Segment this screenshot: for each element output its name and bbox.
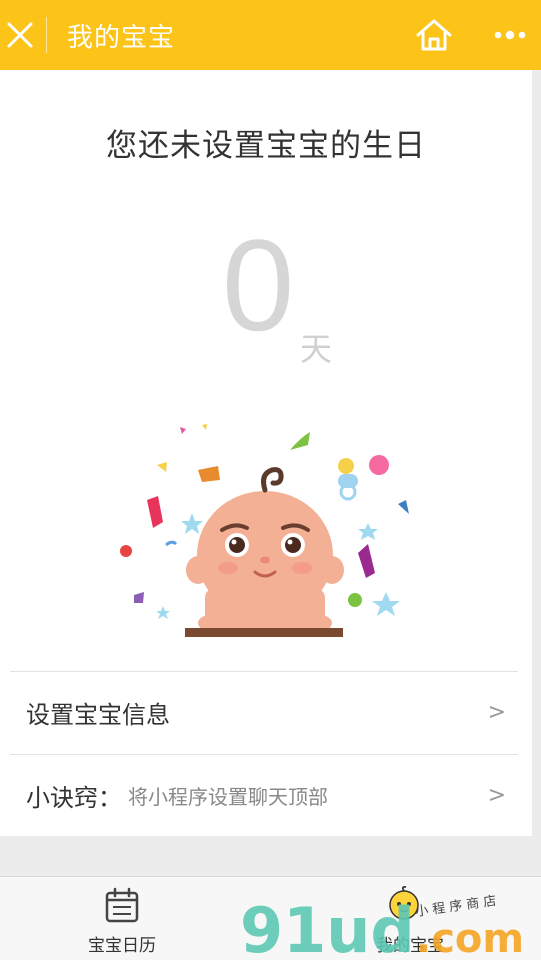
days-unit: 天	[300, 330, 333, 368]
close-icon	[7, 22, 33, 48]
main-card: 您还未设置宝宝的生日 0 天 设置宝宝信息 > 小诀窍： 将小程序设置聊天顶部 …	[0, 70, 532, 836]
baby-illustration	[120, 424, 409, 637]
home-button[interactable]	[412, 13, 456, 57]
days-count: 0	[222, 212, 295, 358]
close-button[interactable]	[0, 0, 46, 70]
tab-baby-calendar[interactable]: 宝宝日历	[0, 877, 270, 960]
chevron-right-icon: >	[487, 783, 506, 808]
set-baby-info-row[interactable]: 设置宝宝信息 >	[0, 672, 532, 752]
chevron-right-icon: >	[487, 700, 506, 725]
tab-my-baby[interactable]: 我的宝宝	[270, 877, 540, 960]
more-dots-icon	[494, 30, 526, 40]
page-title: 我的宝宝	[67, 22, 176, 53]
tip-row[interactable]: 小诀窍： 将小程序设置聊天顶部 >	[0, 755, 532, 835]
tip-label: 小诀窍：	[26, 783, 122, 812]
top-nav-bar: 我的宝宝	[0, 0, 541, 70]
more-button[interactable]	[486, 13, 534, 57]
birthday-not-set-text: 您还未设置宝宝的生日	[106, 128, 426, 164]
row-label: 设置宝宝信息	[26, 700, 170, 729]
baby-face-icon	[389, 885, 419, 920]
tab-label: 宝宝日历	[88, 936, 156, 956]
tab-label: 我的宝宝	[376, 936, 444, 956]
home-icon	[416, 19, 452, 51]
bottom-tab-bar: 宝宝日历 我的宝宝	[0, 876, 541, 960]
header-divider	[46, 17, 47, 53]
tip-hint: 将小程序设置聊天顶部	[128, 784, 328, 809]
calendar-icon	[105, 887, 139, 923]
